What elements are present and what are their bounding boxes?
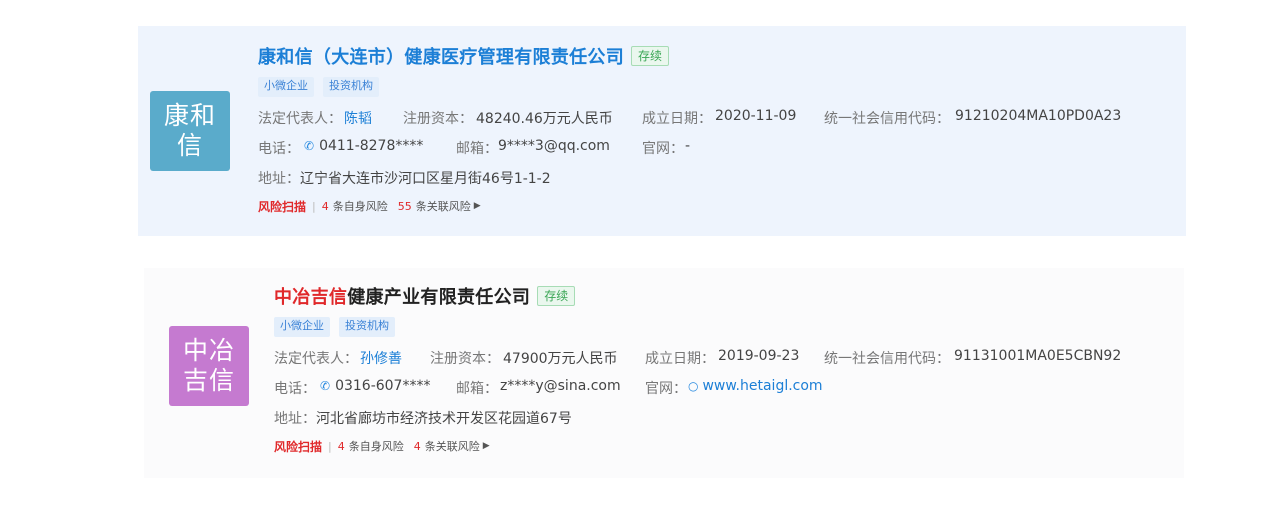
phone-number: 0411-8278**** (319, 138, 424, 154)
credit-code-label: 统一社会信用代码： (824, 351, 950, 367)
self-risk-count: 4 (321, 199, 329, 213)
email-label: 邮箱： (456, 141, 498, 157)
company-name-link[interactable]: 康和信（大连市）健康医疗管理有限责任公司 (258, 43, 624, 69)
tag-list: 小微企业 投资机构 (274, 317, 575, 337)
company-name-link[interactable]: 中冶吉信健康产业有限责任公司 (274, 283, 530, 309)
legal-rep-link[interactable]: 孙修善 (360, 348, 402, 368)
company-name-rest: 康和信（大连市）健康医疗管理有限责任公司 (258, 47, 624, 68)
tag-small-micro[interactable]: 小微企业 (274, 317, 330, 337)
info-row-contact: 电话： ✆ 0411-8278**** 邮箱： 9****3@qq.com 官网：… (258, 132, 690, 162)
related-risk-link[interactable]: 条关联风险 (416, 198, 471, 214)
self-risk-link[interactable]: 条自身风险 (333, 198, 388, 214)
date-value: 2019-09-23 (718, 348, 800, 364)
website-value: - (685, 138, 691, 154)
phone-label: 电话： (258, 141, 300, 157)
website-link[interactable]: ○ www.hetaigl.com (688, 378, 823, 394)
risk-scan-label[interactable]: 风险扫描 (274, 438, 322, 455)
phone-icon: ✆ (320, 379, 331, 393)
chevron-right-icon[interactable]: ▶ (483, 441, 490, 451)
company-info: 康和信（大连市）健康医疗管理有限责任公司 存续 小微企业 投资机构 法定代表人：… (258, 42, 1121, 218)
logo-line-2: 吉信 (182, 366, 235, 395)
self-risk-count: 4 (337, 439, 345, 453)
date-value: 2020-11-09 (715, 108, 797, 124)
phone-icon: ✆ (304, 139, 315, 153)
risk-row: 风险扫描 | 4 条自身风险 4 条关联风险 ▶ (274, 434, 575, 458)
chevron-right-icon[interactable]: ▶ (474, 201, 481, 211)
address-value: 河北省廊坊市经济技术开发区花园道67号 (316, 411, 572, 427)
credit-code-value: 91210204MA10PD0A23 (955, 108, 1122, 124)
risk-scan-label[interactable]: 风险扫描 (258, 198, 306, 215)
website-label: 官网： (645, 381, 687, 397)
tag-small-micro[interactable]: 小微企业 (258, 77, 314, 97)
phone-value[interactable]: ✆ 0316-607**** (320, 378, 430, 394)
email-value[interactable]: z****y@sina.com (500, 378, 621, 394)
risk-row: 风险扫描 | 4 条自身风险 55 条关联风险 ▶ (258, 194, 669, 218)
website-url: www.hetaigl.com (702, 378, 823, 394)
related-risk-link[interactable]: 条关联风险 (425, 438, 480, 454)
related-risk-count: 55 (397, 199, 412, 213)
capital-label: 注册资本： (403, 111, 473, 127)
company-card[interactable]: 中冶 吉信 中冶吉信健康产业有限责任公司 存续 小微企业 投资机构 法定代表人：… (144, 268, 1184, 478)
status-badge: 存续 (537, 286, 576, 306)
info-row-legal: 法定代表人： 孙修善 注册资本： 47900万元人民币 成立日期： 2019-0… (274, 342, 1121, 372)
address-label: 地址： (274, 411, 316, 427)
info-row-address: 地址： 辽宁省大连市沙河口区星月街46号1-1-2 (258, 162, 669, 192)
related-risk-count: 4 (413, 439, 421, 453)
credit-code-label: 统一社会信用代码： (824, 111, 950, 127)
info-row-legal: 法定代表人： 陈韬 注册资本： 48240.46万元人民币 成立日期： 2020… (258, 102, 1121, 132)
legal-rep-label: 法定代表人： (258, 111, 342, 127)
capital-label: 注册资本： (430, 351, 500, 367)
company-name-highlight: 中冶吉信 (274, 287, 348, 308)
company-logo: 中冶 吉信 (169, 326, 249, 406)
company-logo: 康和 信 (150, 91, 230, 171)
email-value[interactable]: 9****3@qq.com (498, 138, 610, 154)
capital-value: 47900万元人民币 (503, 351, 618, 367)
company-name-rest: 健康产业有限责任公司 (347, 287, 531, 308)
website-label: 官网： (642, 141, 684, 157)
legal-rep-label: 法定代表人： (274, 351, 358, 367)
capital-value: 48240.46万元人民币 (476, 111, 613, 127)
tag-investment[interactable]: 投资机构 (339, 317, 395, 337)
credit-code-value: 91131001MA0E5CBN92 (954, 348, 1122, 364)
company-card[interactable]: 康和 信 康和信（大连市）健康医疗管理有限责任公司 存续 小微企业 投资机构 法… (138, 26, 1186, 236)
search-results: 康和 信 康和信（大连市）健康医疗管理有限责任公司 存续 小微企业 投资机构 法… (0, 0, 1264, 512)
phone-number: 0316-607**** (335, 378, 431, 394)
self-risk-link[interactable]: 条自身风险 (349, 438, 404, 454)
email-label: 邮箱： (456, 381, 498, 397)
info-row-address: 地址： 河北省廊坊市经济技术开发区花园道67号 (274, 402, 575, 432)
tag-investment[interactable]: 投资机构 (323, 77, 379, 97)
legal-rep-link[interactable]: 陈韬 (344, 108, 372, 128)
phone-label: 电话： (274, 381, 316, 397)
company-info: 中冶吉信健康产业有限责任公司 存续 小微企业 投资机构 法定代表人： 孙修善 注… (274, 282, 1121, 458)
date-label: 成立日期： (642, 111, 712, 127)
phone-value[interactable]: ✆ 0411-8278**** (304, 138, 423, 154)
risk-separator: | (312, 199, 316, 213)
tag-list: 小微企业 投资机构 (258, 77, 669, 97)
risk-separator: | (328, 439, 332, 453)
address-value: 辽宁省大连市沙河口区星月街46号1-1-2 (300, 171, 551, 187)
status-badge: 存续 (631, 46, 670, 66)
address-label: 地址： (258, 171, 300, 187)
info-row-contact: 电话： ✆ 0316-607**** 邮箱： z****y@sina.com 官网… (274, 372, 823, 402)
logo-line-1: 康和 (163, 101, 216, 130)
company-title-row: 康和信（大连市）健康医疗管理有限责任公司 存续 (258, 42, 670, 70)
logo-line-2: 信 (176, 131, 203, 160)
globe-icon: ○ (688, 379, 699, 393)
date-label: 成立日期： (645, 351, 715, 367)
company-title-row: 中冶吉信健康产业有限责任公司 存续 (274, 282, 576, 310)
logo-line-1: 中冶 (182, 336, 235, 365)
